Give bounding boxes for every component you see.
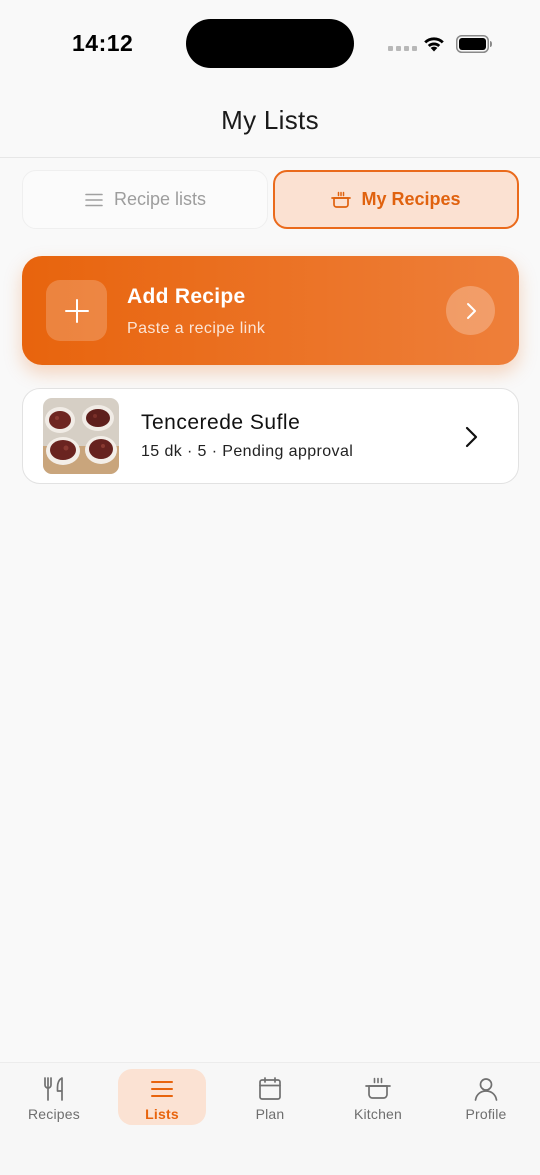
plus-icon <box>46 280 107 341</box>
tab-plan[interactable]: Plan <box>226 1069 314 1125</box>
segment-label: Recipe lists <box>113 189 207 209</box>
tab-label: Lists <box>145 1106 179 1122</box>
dynamic-island <box>186 19 354 68</box>
add-recipe-title: Add Recipe <box>127 285 246 308</box>
recipe-list-item[interactable]: Tencerede Sufle 15 dk · 5 · Pending appr… <box>22 388 519 484</box>
fork-knife-icon <box>44 1077 63 1101</box>
page-title: My Lists <box>221 105 319 135</box>
tab-label: Profile <box>465 1106 507 1122</box>
chevron-right-icon <box>465 426 478 448</box>
recipe-meta: 15 dk · 5 · Pending approval <box>141 443 354 460</box>
battery-icon <box>456 35 492 53</box>
status-bar: 14:12 <box>0 0 540 88</box>
add-recipe-subtitle: Paste a recipe link <box>127 320 266 337</box>
tab-bar: Recipes Lists Plan Kitchen Profile <box>0 1062 540 1175</box>
add-recipe-button[interactable]: Add Recipe Paste a recipe link <box>22 256 519 365</box>
pot-icon <box>365 1077 391 1099</box>
calendar-icon <box>259 1077 281 1100</box>
pot-icon <box>331 191 352 208</box>
wifi-icon <box>424 37 444 52</box>
segment-my-recipes[interactable]: My Recipes <box>273 170 519 229</box>
segment-label: My Recipes <box>361 189 461 209</box>
nav-divider <box>0 157 540 158</box>
tab-kitchen[interactable]: Kitchen <box>334 1069 422 1125</box>
tab-recipes[interactable]: Recipes <box>10 1069 98 1125</box>
list-icon <box>85 193 103 206</box>
chevron-right-icon <box>446 286 495 335</box>
status-time: 14:12 <box>72 30 134 56</box>
recipe-title: Tencerede Sufle <box>141 411 301 434</box>
segment-recipe-lists[interactable]: Recipe lists <box>22 170 268 229</box>
list-icon <box>151 1081 173 1097</box>
tab-label: Kitchen <box>353 1106 403 1122</box>
tab-lists[interactable]: Lists <box>118 1069 206 1125</box>
tab-profile[interactable]: Profile <box>442 1069 530 1125</box>
screen: 14:12 My Lists Recipe lists My Recipes A… <box>0 0 540 1175</box>
recipe-thumbnail <box>43 398 119 474</box>
tab-label: Recipes <box>28 1106 80 1122</box>
person-icon <box>474 1078 498 1101</box>
cellular-signal-icon <box>388 46 417 51</box>
tab-label: Plan <box>255 1106 285 1122</box>
